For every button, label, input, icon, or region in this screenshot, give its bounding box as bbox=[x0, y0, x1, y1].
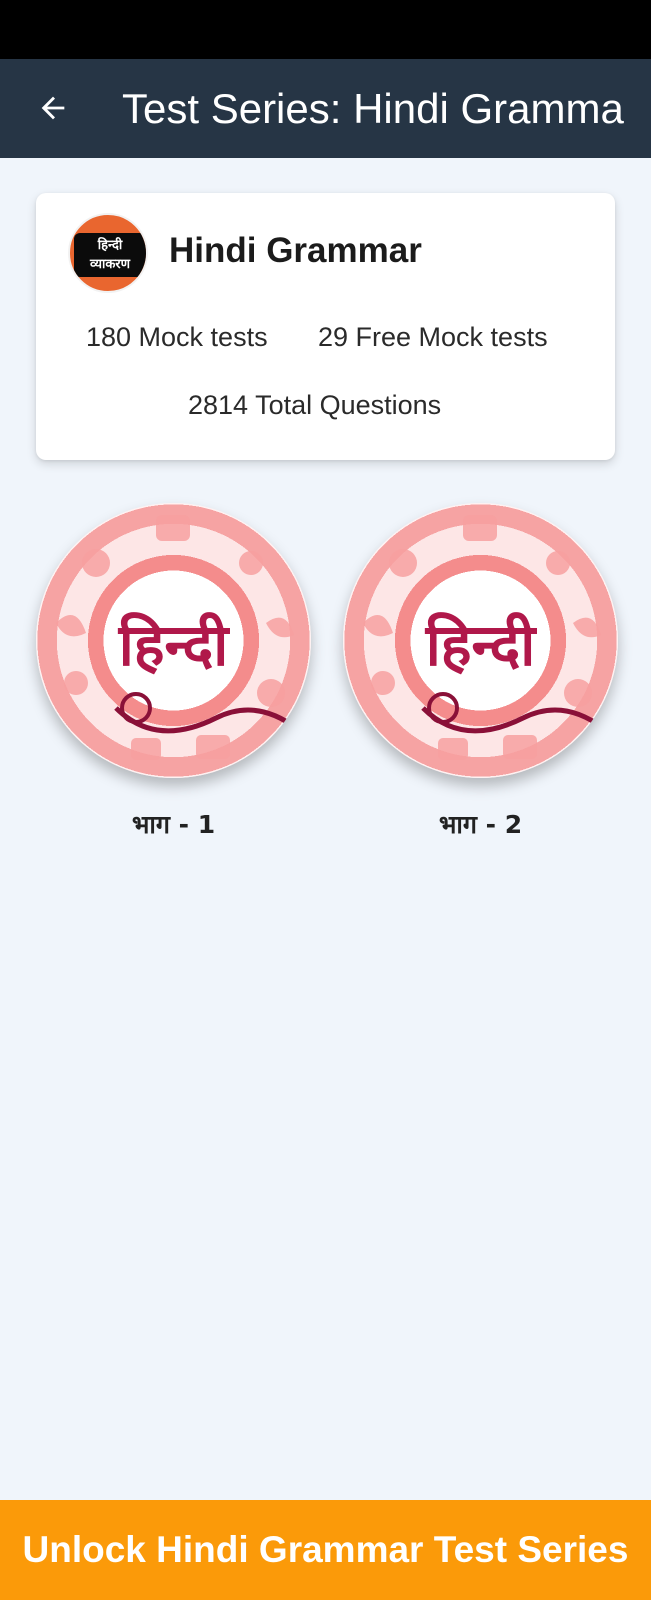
course-logo: हिन्दी व्याकरण bbox=[68, 213, 148, 293]
logo-text-line1: हिन्दी bbox=[97, 238, 123, 253]
arrow-left-icon bbox=[41, 96, 65, 120]
course-title: Hindi Grammar bbox=[169, 231, 422, 270]
unlock-series-button[interactable]: Unlock Hindi Grammar Test Series bbox=[0, 1500, 651, 1600]
free-mock-tests-count: 29 Free Mock tests bbox=[318, 322, 548, 352]
hindi-calligraphy-text: हिन्दी bbox=[118, 611, 229, 679]
hindi-series-image: हिन्दी bbox=[36, 503, 311, 778]
status-bar bbox=[0, 0, 651, 59]
app-bar: Test Series: Hindi Gramma bbox=[0, 59, 651, 158]
hindi-series-image: हिन्दी bbox=[343, 503, 618, 778]
total-questions-count: 2814 Total Questions bbox=[188, 390, 442, 420]
logo-text-line2: व्याकरण bbox=[89, 257, 131, 272]
page-title: Test Series: Hindi Gramma bbox=[122, 85, 624, 132]
hindi-calligraphy-text: हिन्दी bbox=[425, 611, 536, 679]
course-summary-card: हिन्दी व्याकरण Hindi Grammar 180 Mock te… bbox=[36, 193, 615, 460]
mock-tests-count: 180 Mock tests bbox=[86, 322, 268, 352]
back-button[interactable] bbox=[26, 81, 80, 135]
course-logo-badge: हिन्दी व्याकरण bbox=[74, 233, 146, 277]
unlock-series-label: Unlock Hindi Grammar Test Series bbox=[22, 1529, 629, 1570]
series-label: भाग - 2 bbox=[438, 810, 523, 839]
series-label: भाग - 1 bbox=[131, 810, 216, 839]
